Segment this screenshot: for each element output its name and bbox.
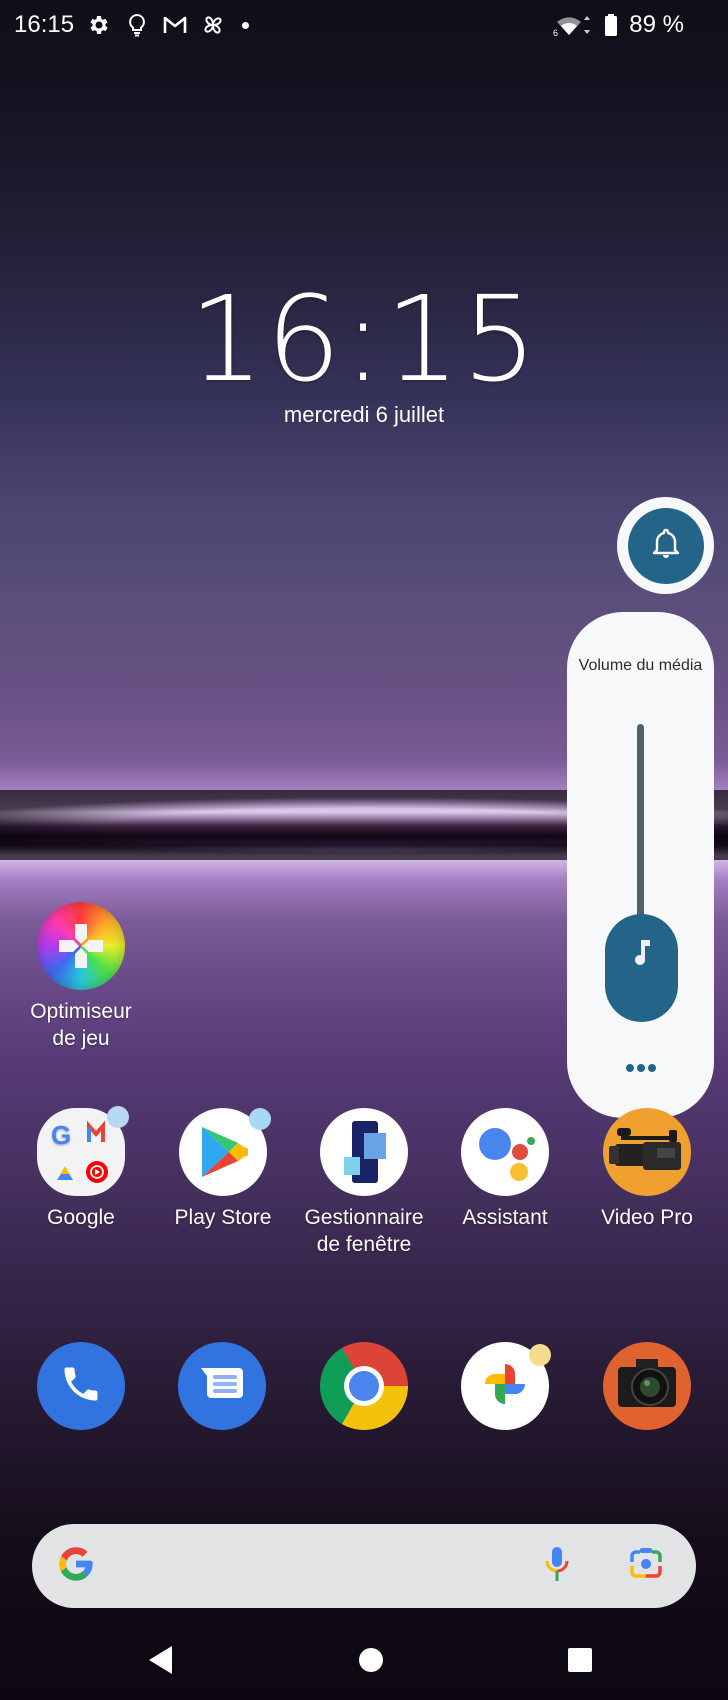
notification-badge: [249, 1108, 271, 1130]
google-lens-icon[interactable]: [628, 1546, 664, 1587]
app-label: Play Store: [174, 1206, 272, 1229]
battery-percent: 89 %: [629, 11, 684, 38]
recents-icon: [568, 1648, 592, 1672]
video-camera-icon: [603, 1108, 691, 1196]
more-horiz-icon-dot: [647, 1064, 656, 1072]
lightbulb-icon: [124, 12, 150, 38]
volume-slider-thumb[interactable]: [605, 914, 678, 1022]
game-controller-icon: [37, 902, 125, 990]
notification-badge: [529, 1344, 551, 1366]
app-window-manager[interactable]: Gestionnaire de fenêtre: [294, 1108, 434, 1258]
camera-icon: [614, 1357, 680, 1416]
more-horiz-icon-dot: [636, 1064, 645, 1072]
app-label: Video Pro: [601, 1206, 693, 1229]
gmail-icon: [162, 12, 188, 38]
app-game-optimizer[interactable]: Optimiseur de jeu: [11, 902, 151, 1052]
app-label-line2: de fenêtre: [316, 1233, 412, 1256]
messages-icon: [197, 1362, 247, 1411]
app-label: Gestionnaire: [304, 1206, 424, 1229]
google-search-bar[interactable]: [32, 1524, 696, 1608]
folder-google[interactable]: G Google: [11, 1106, 151, 1231]
microphone-icon[interactable]: [544, 1545, 570, 1588]
play-store-icon: [179, 1108, 271, 1196]
status-time: 16:15: [14, 11, 75, 38]
bell-icon: [651, 526, 681, 565]
app-label: Assistant: [462, 1206, 548, 1229]
app-label-line2: de jeu: [52, 1027, 110, 1050]
home-clock[interactable]: 16:15: [0, 280, 728, 398]
recents-button[interactable]: [560, 1640, 600, 1680]
back-icon: [149, 1646, 172, 1674]
more-options-button[interactable]: [567, 1064, 714, 1072]
volume-panel: Volume du média: [567, 612, 714, 1118]
dock-camera[interactable]: [603, 1342, 691, 1430]
home-date[interactable]: mercredi 6 juillet: [0, 402, 728, 428]
dock-messages[interactable]: [178, 1342, 266, 1430]
assistant-icon: [461, 1108, 549, 1196]
volume-label: Volume du média: [578, 657, 703, 674]
ringer-mode-button[interactable]: [617, 497, 714, 594]
wifi-icon: 6: [553, 12, 593, 38]
window-manager-icon: [320, 1108, 408, 1196]
app-assistant[interactable]: Assistant: [435, 1108, 575, 1231]
notification-badge: [107, 1106, 129, 1128]
navigation-bar: [0, 1630, 728, 1690]
svg-text:G: G: [51, 1120, 71, 1150]
settings-icon: [86, 12, 112, 38]
more-notifications-dot: [242, 21, 250, 29]
app-label: Optimiseur: [30, 1000, 132, 1023]
photos-icon: [477, 1356, 533, 1417]
wifi-generation-label: 6: [553, 28, 558, 37]
home-button[interactable]: [351, 1640, 391, 1680]
google-folder-icon: G: [37, 1106, 129, 1196]
more-horiz-icon: [625, 1064, 634, 1072]
dock-photos[interactable]: [461, 1342, 551, 1430]
google-g-icon: [56, 1544, 96, 1589]
pinwheel-icon: [200, 12, 226, 38]
dock-phone[interactable]: [37, 1342, 125, 1430]
dock-chrome[interactable]: [320, 1342, 408, 1430]
app-play-store[interactable]: Play Store: [153, 1108, 293, 1231]
app-label: Google: [47, 1206, 115, 1229]
chrome-icon: [344, 1366, 384, 1406]
phone-icon: [59, 1362, 103, 1411]
app-video-pro[interactable]: Video Pro: [577, 1108, 717, 1231]
back-button[interactable]: [140, 1640, 180, 1680]
chrome-center: [349, 1371, 379, 1401]
status-bar[interactable]: 16:15 6 89 %: [0, 0, 728, 50]
battery-icon: [603, 12, 619, 38]
music-note-icon: [630, 938, 654, 973]
home-icon: [359, 1648, 383, 1672]
